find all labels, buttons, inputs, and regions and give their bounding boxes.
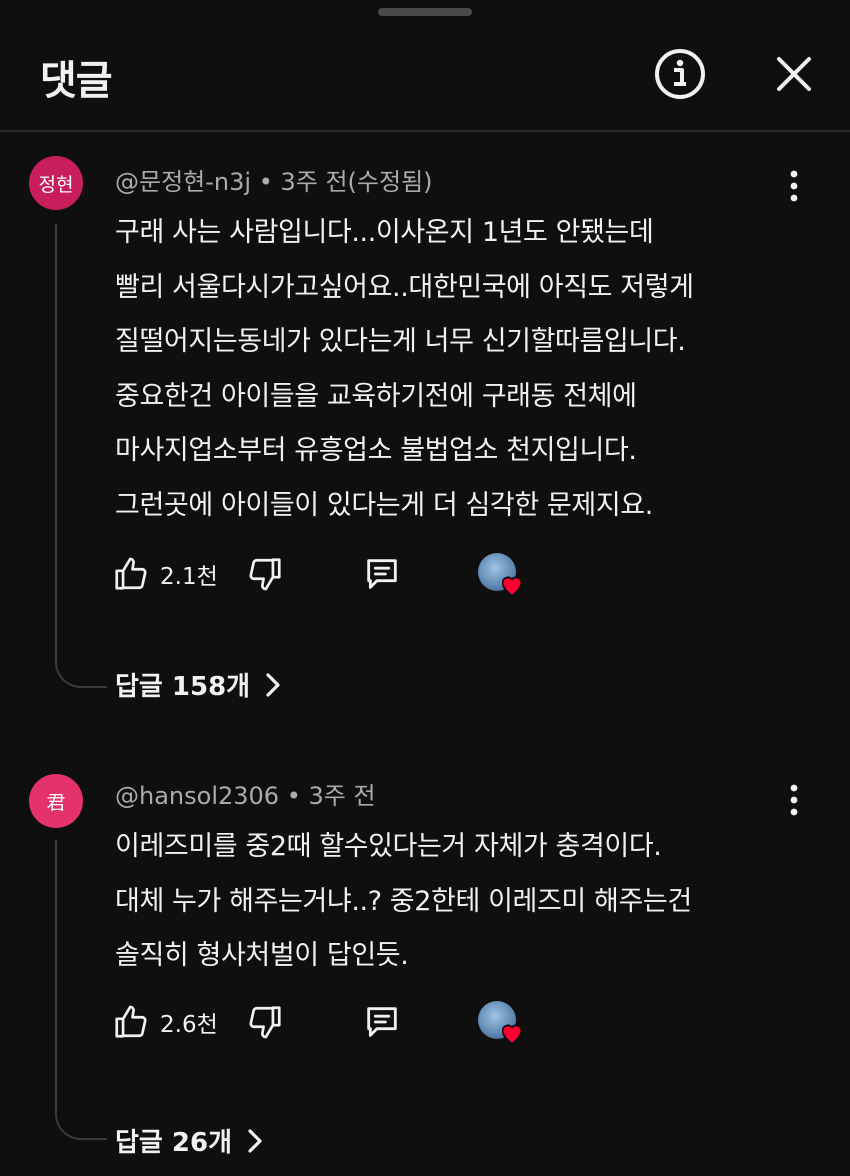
comment-line: 솔직히 형사처벌이 답인듯. (115, 940, 409, 971)
more-options-button[interactable] (778, 162, 810, 210)
comment-thread: 君 @hansol2306 • 3주 전 이레즈미를 중2때 할수있다는거 자체… (0, 752, 850, 1176)
thumbs-down-icon (249, 1006, 281, 1039)
like-button[interactable]: 2.1천 (112, 550, 218, 598)
dislike-button[interactable] (246, 998, 284, 1046)
info-icon (655, 49, 705, 99)
comment-thread: 정현 @문정현-n3j • 3주 전(수정됨) 구래 사는 사람입니다...이사… (0, 132, 850, 732)
comment-reply-icon (367, 559, 397, 589)
comment-author[interactable]: @문정현-n3j (115, 168, 251, 196)
comment-line: 마사지업소부터 유흥업소 불법업소 천지입니다. (115, 435, 637, 466)
chevron-right-icon (246, 1128, 264, 1154)
comment-meta: @문정현-n3j • 3주 전(수정됨) (115, 162, 433, 197)
comment-reply-icon (367, 1007, 397, 1037)
info-button[interactable] (654, 48, 706, 100)
close-button[interactable] (768, 48, 820, 100)
reply-button[interactable] (362, 998, 402, 1046)
comment-text: 이레즈미를 중2때 할수있다는거 자체가 충격이다. 대체 누가 해주는거냐..… (115, 820, 815, 984)
panel-header: 댓글 (0, 0, 850, 131)
avatar[interactable]: 정현 (29, 156, 83, 210)
thread-line (55, 224, 107, 688)
more-vert-icon (790, 784, 798, 816)
creator-heart-badge (478, 553, 528, 599)
thumbs-up-icon (115, 1005, 147, 1038)
comment-actions: 2.1천 (112, 550, 552, 598)
more-options-button[interactable] (778, 776, 810, 824)
more-vert-icon (790, 170, 798, 202)
avatar-initials: 정현 (38, 173, 74, 196)
chevron-right-icon (264, 672, 282, 698)
avatar-initials: 君 (46, 791, 66, 814)
comment-author[interactable]: @hansol2306 (115, 782, 279, 810)
creator-heart-badge (478, 1001, 528, 1047)
creator-heart-icon (501, 576, 523, 597)
meta-separator: • (286, 782, 301, 810)
thread-line (55, 840, 107, 1140)
meta-separator: • (258, 168, 273, 196)
like-count: 2.6천 (160, 1012, 218, 1038)
like-count: 2.1천 (160, 564, 218, 590)
dislike-button[interactable] (246, 550, 284, 598)
comment-meta: @hansol2306 • 3주 전 (115, 776, 376, 811)
comment-time: 3주 전(수정됨) (280, 168, 433, 196)
comment-line: 그런곳에 아이들이 있다는게 더 심각한 문제지요. (115, 489, 653, 521)
avatar[interactable]: 君 (29, 774, 83, 828)
view-replies-button[interactable]: 답글 26개 (115, 1122, 264, 1159)
replies-label: 답글 158개 (115, 672, 251, 702)
comment-line: 중요한건 아이들을 교육하기전에 구래동 전체에 (115, 380, 637, 412)
comment-line: 질떨어지는동네가 있다는게 너무 신기할따름입니다. (115, 326, 686, 357)
replies-label: 답글 26개 (115, 1128, 232, 1158)
comment-text: 구래 사는 사람입니다...이사온지 1년도 안됐는데 빨리 서울다시가고싶어요… (115, 206, 815, 533)
view-replies-button[interactable]: 답글 158개 (115, 666, 282, 703)
comment-line: 구래 사는 사람입니다...이사온지 1년도 안됐는데 (115, 217, 654, 248)
close-icon (777, 57, 811, 91)
comment-line: 이레즈미를 중2때 할수있다는거 자체가 충격이다. (115, 831, 662, 862)
creator-heart-icon (501, 1024, 523, 1045)
comments-panel: 댓글 정현 @문정현-n3j • 3주 전(수정됨) 구래 사는 사람입니다..… (0, 0, 850, 1176)
like-button[interactable]: 2.6천 (112, 998, 218, 1046)
panel-title: 댓글 (40, 58, 113, 104)
comment-line: 빨리 서울다시가고싶어요..대한민국에 아직도 저렇게 (115, 271, 694, 303)
reply-button[interactable] (362, 550, 402, 598)
comment-time: 3주 전 (308, 782, 376, 810)
comment-line: 대체 누가 해주는거냐..? 중2한테 이레즈미 해주는건 (115, 885, 692, 917)
thumbs-down-icon (249, 558, 281, 591)
thumbs-up-icon (115, 557, 147, 590)
comment-actions: 2.6천 (112, 998, 552, 1046)
